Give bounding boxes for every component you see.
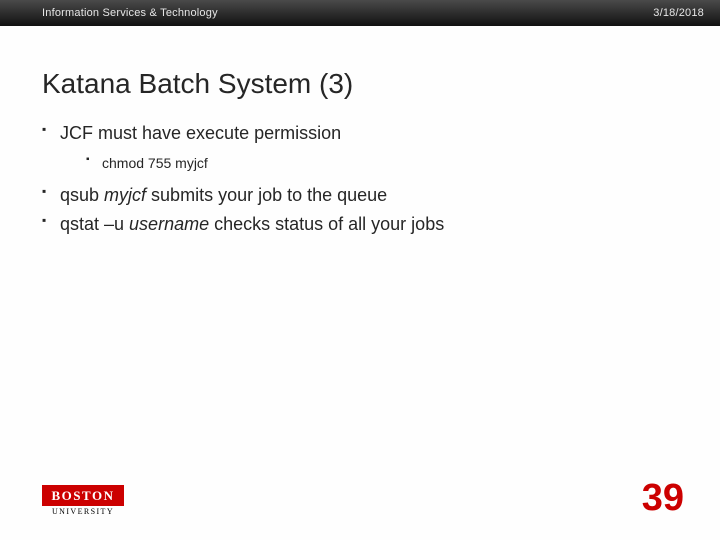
bullet-text-em: username: [129, 214, 209, 234]
sub-bullet-list: chmod 755 myjcf: [60, 146, 678, 180]
slide-date: 3/18/2018: [653, 0, 704, 26]
top-bar: Information Services & Technology 3/18/2…: [0, 0, 720, 26]
bullet-text: chmod 755 myjcf: [102, 155, 208, 171]
list-item: JCF must have execute permission chmod 7…: [60, 120, 678, 180]
list-item: chmod 755 myjcf: [102, 152, 678, 174]
list-item: qstat –u username checks status of all y…: [60, 211, 678, 237]
logo-bottom-text: UNIVERSITY: [42, 506, 124, 516]
org-name: Information Services & Technology: [42, 0, 218, 26]
logo-top-text: BOSTON: [42, 485, 124, 506]
page-number: 39: [642, 477, 684, 520]
bullet-text-post: checks status of all your jobs: [209, 214, 444, 234]
bullet-text-post: submits your job to the queue: [146, 185, 387, 205]
slide-title: Katana Batch System (3): [0, 26, 720, 120]
slide: Information Services & Technology 3/18/2…: [0, 0, 720, 540]
bullet-text-pre: qsub: [60, 185, 104, 205]
list-item: qsub myjcf submits your job to the queue: [60, 182, 678, 208]
footer: BOSTON UNIVERSITY 39: [0, 466, 720, 516]
bullet-list: JCF must have execute permission chmod 7…: [0, 120, 720, 237]
bullet-text-pre: qstat –u: [60, 214, 129, 234]
bu-logo: BOSTON UNIVERSITY: [42, 485, 124, 516]
bullet-text-em: myjcf: [104, 185, 146, 205]
bullet-text: JCF must have execute permission: [60, 123, 341, 143]
